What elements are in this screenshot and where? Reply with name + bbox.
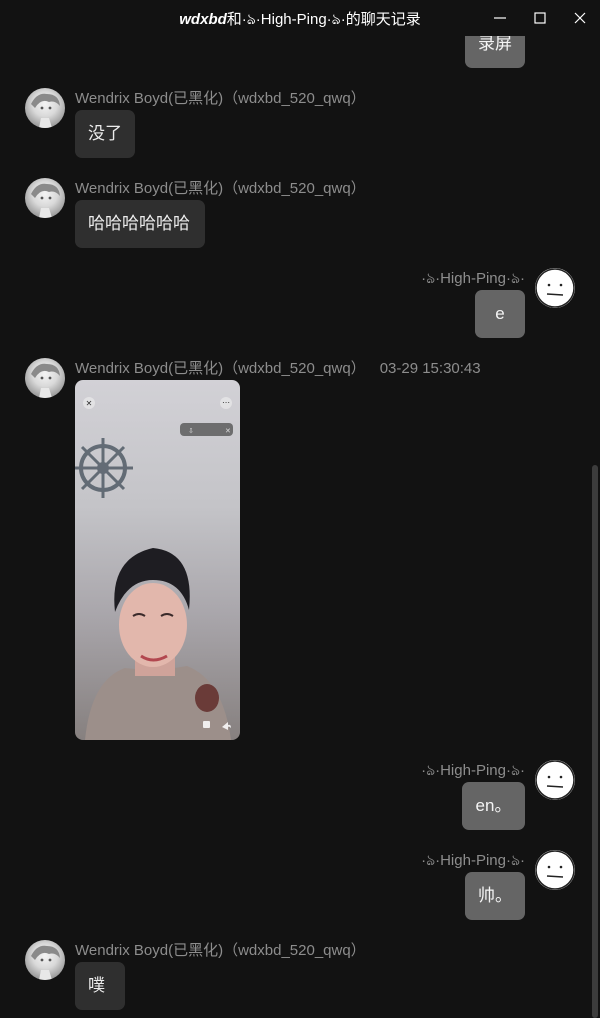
title-part-and: 和	[226, 11, 242, 28]
title-part-user: wdxbd	[179, 11, 227, 28]
message-bubble[interactable]: en。	[462, 782, 525, 830]
minimize-button[interactable]	[480, 0, 520, 36]
sender-name: ·ঌ·High-Ping·ঌ·	[421, 762, 525, 779]
contact-avatar[interactable]	[25, 358, 65, 398]
message-bubble[interactable]: e	[475, 290, 525, 338]
image-message[interactable]: ✕ ⋯ ⇩ ✕	[75, 380, 240, 740]
anime-avatar-icon	[31, 945, 60, 980]
meh-face-icon	[535, 760, 575, 800]
meh-face-icon	[535, 268, 575, 308]
sender-name: Wendrix Boyd(已黑化)（wdxbd_520_qwq）	[75, 90, 366, 107]
sender-name: Wendrix Boyd(已黑化)（wdxbd_520_qwq）	[75, 942, 366, 959]
message-timestamp: 03-29 15:30:43	[379, 360, 481, 377]
title-bar[interactable]: wdxbd和·ঌ·High-Ping·ঌ·的聊天记录	[0, 0, 600, 36]
ship-wheel-decoration	[75, 438, 133, 498]
anime-avatar-icon	[31, 183, 60, 218]
svg-text:⋯: ⋯	[222, 398, 230, 407]
svg-text:✕: ✕	[86, 399, 93, 408]
message-bubble[interactable]: 帅。	[465, 872, 525, 920]
sender-name: Wendrix Boyd(已黑化)（wdxbd_520_qwq）	[75, 180, 366, 197]
sender-name-text: Wendrix Boyd(已黑化)（wdxbd_520_qwq）	[75, 360, 366, 377]
meh-face-icon	[535, 850, 575, 890]
title-part-contact: ·ঌ·High-Ping·ঌ·	[241, 11, 346, 28]
anime-avatar-icon	[31, 363, 60, 398]
svg-text:✕: ✕	[225, 428, 231, 435]
close-icon	[574, 12, 586, 24]
sender-name: ·ঌ·High-Ping·ঌ·	[421, 852, 525, 869]
contact-avatar[interactable]	[25, 88, 65, 128]
message-bubble[interactable]: 没了	[75, 110, 135, 158]
sender-name: ·ঌ·High-Ping·ঌ·	[421, 270, 525, 287]
sender-name: Wendrix Boyd(已黑化)（wdxbd_520_qwq） 03-29 15…	[75, 357, 481, 378]
maximize-icon	[534, 12, 546, 24]
message-bubble[interactable]: 哈哈哈哈哈哈	[75, 200, 205, 248]
anime-avatar-icon	[31, 93, 60, 128]
self-avatar[interactable]	[535, 760, 575, 800]
maximize-button[interactable]	[520, 0, 560, 36]
title-part-suffix: 的聊天记录	[345, 11, 421, 28]
svg-text:⇩: ⇩	[188, 428, 194, 435]
scrollbar-thumb[interactable]	[592, 465, 598, 1018]
minimize-icon	[494, 17, 506, 19]
close-button[interactable]	[560, 0, 600, 36]
chat-history[interactable]: 录屏 Wendrix Boyd(已黑化)（wdxbd_520_qwq） 没了 W…	[0, 0, 600, 1018]
contact-avatar[interactable]	[25, 940, 65, 980]
contact-avatar[interactable]	[25, 178, 65, 218]
message-bubble[interactable]: 噗	[75, 962, 125, 1010]
self-avatar[interactable]	[535, 268, 575, 308]
self-avatar[interactable]	[535, 850, 575, 890]
video-call-photo: ✕ ⋯ ⇩ ✕	[75, 397, 233, 740]
